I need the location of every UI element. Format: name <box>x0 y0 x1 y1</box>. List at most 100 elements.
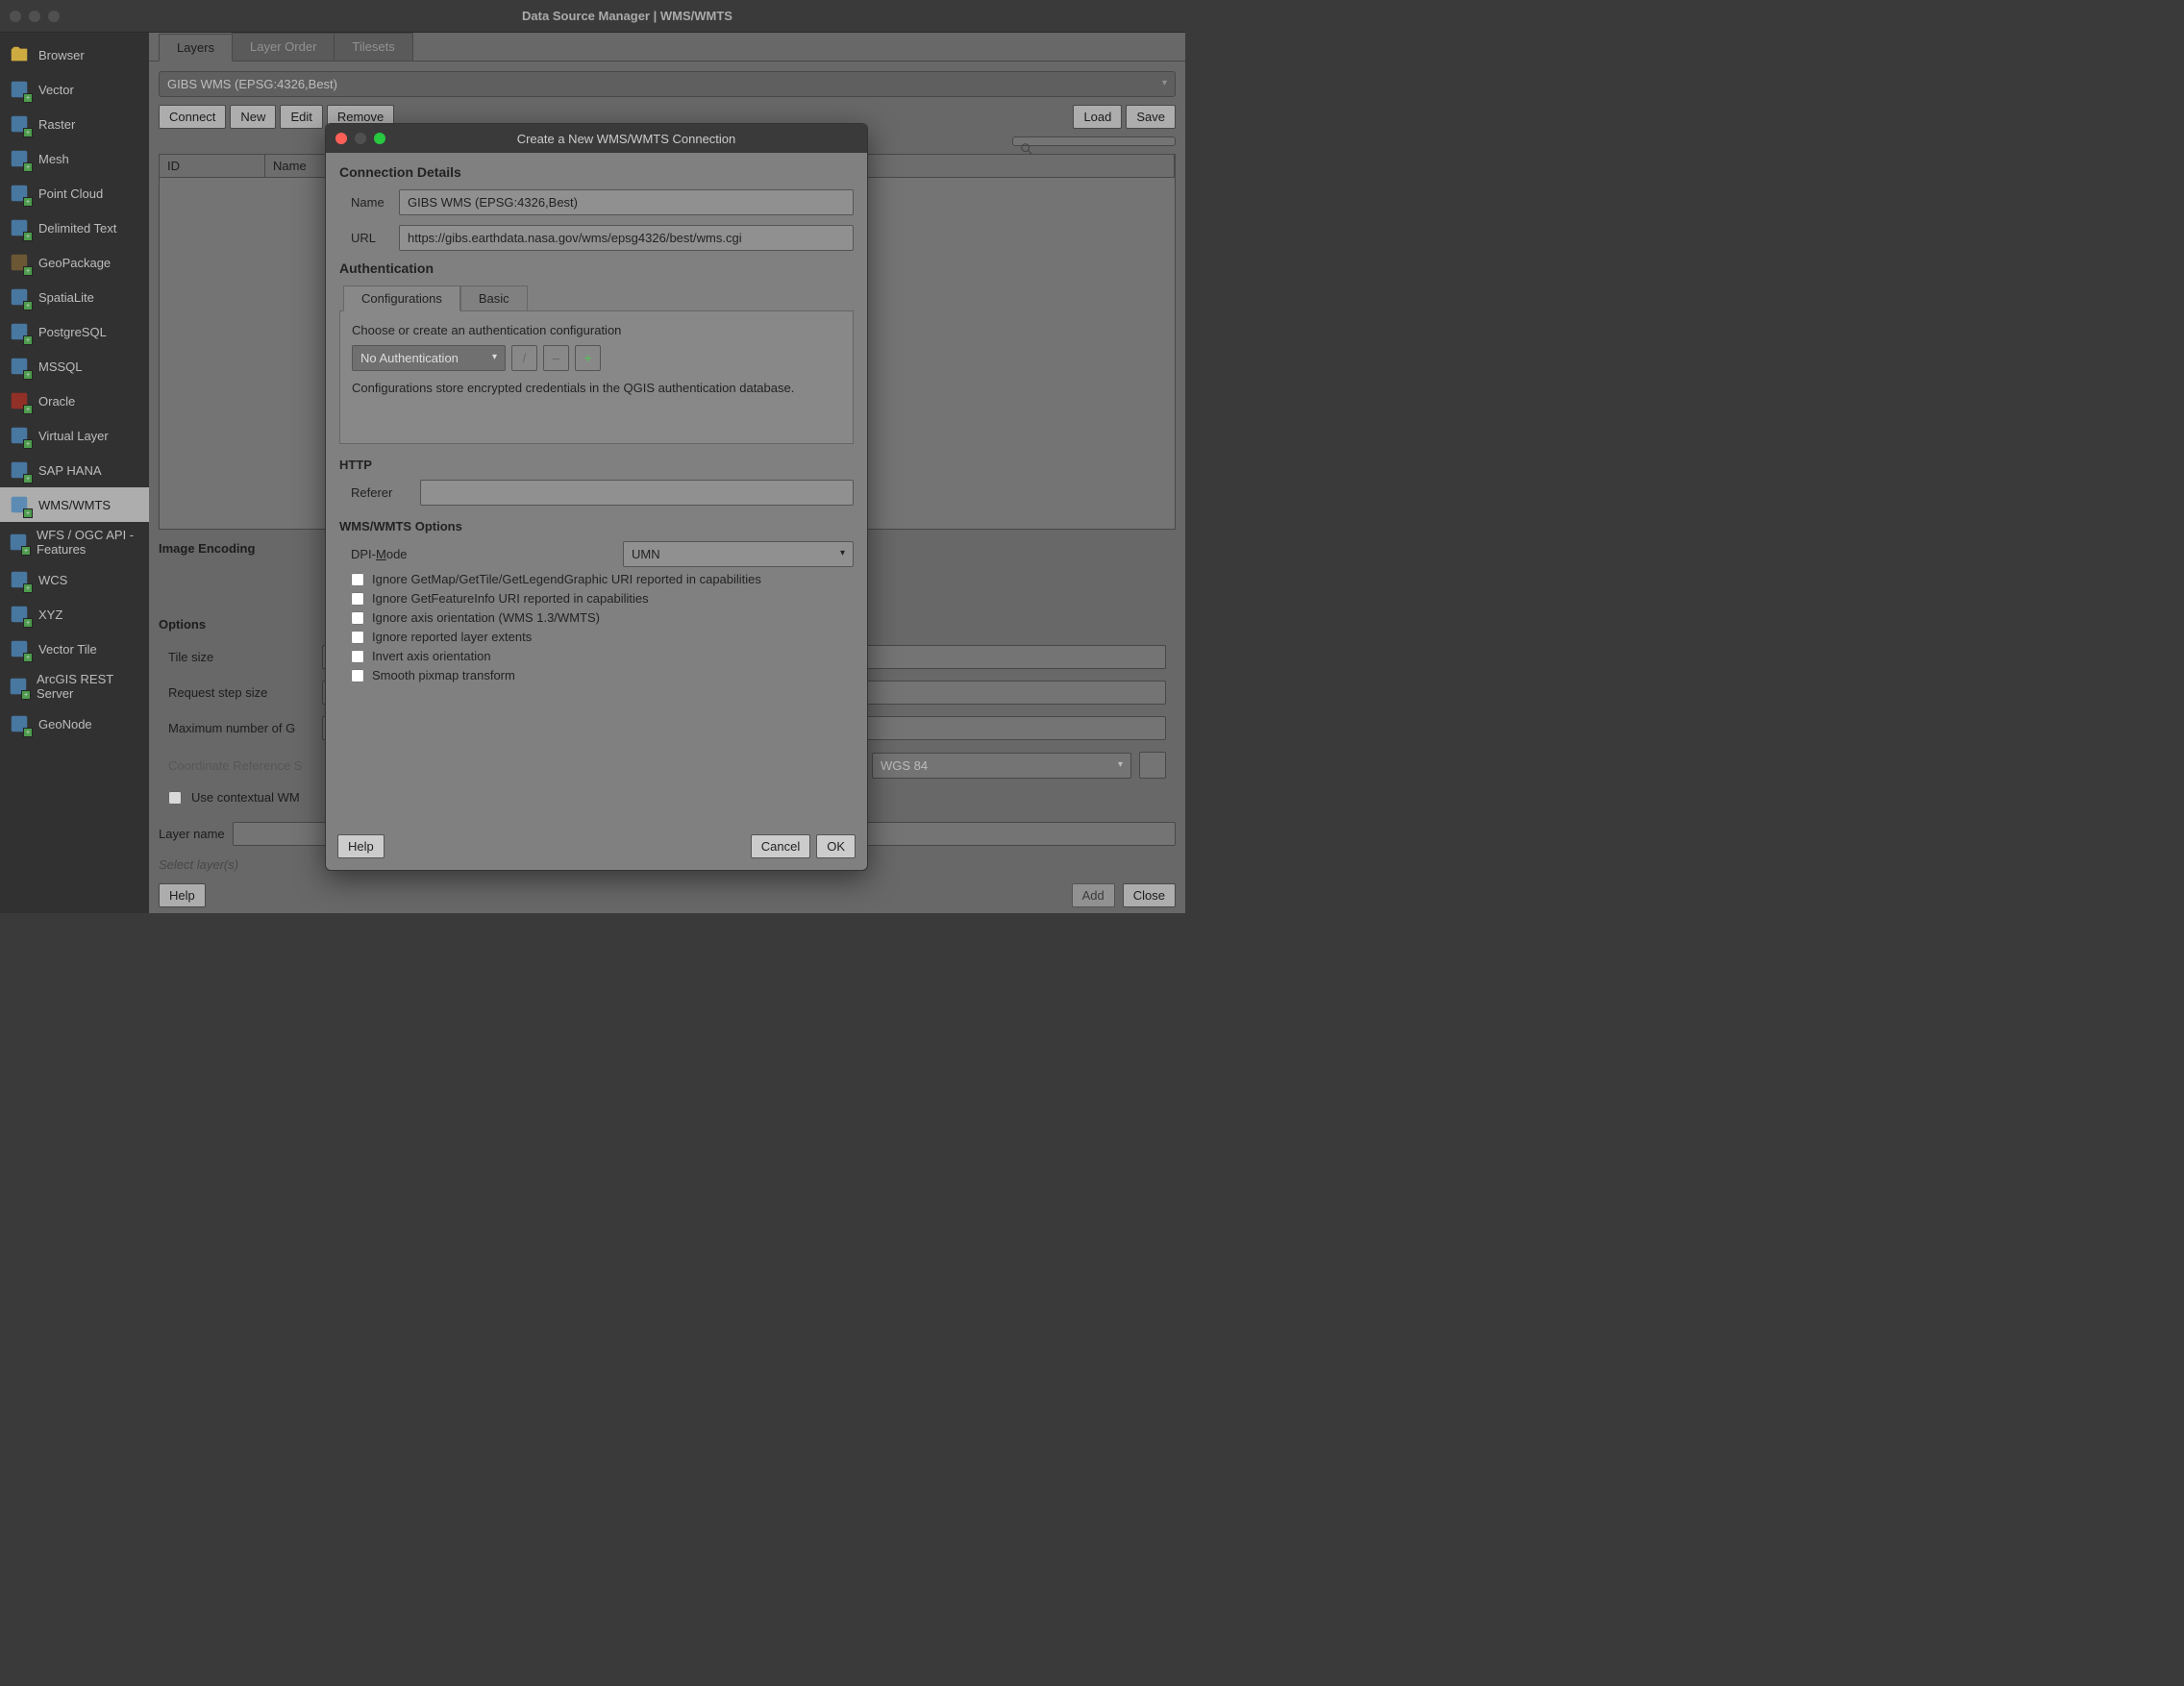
sidebar-item-postgresql[interactable]: +PostgreSQL <box>0 314 149 349</box>
globe-icon <box>1145 757 1160 773</box>
http-heading: HTTP <box>339 458 854 472</box>
crs-label: Coordinate Reference S <box>168 758 302 773</box>
conn-name-input[interactable] <box>399 189 854 215</box>
auth-heading: Authentication <box>339 260 854 276</box>
sidebar-item-mesh[interactable]: +Mesh <box>0 141 149 176</box>
layer-search-input[interactable] <box>1012 136 1176 146</box>
auth-remove-button[interactable]: – <box>543 345 569 371</box>
sidebar-item-spatialite[interactable]: +SpatiaLite <box>0 280 149 314</box>
dialog-close-icon[interactable] <box>335 133 347 144</box>
new-connection-dialog: Create a New WMS/WMTS Connection Connect… <box>325 123 868 871</box>
dialog-minimize-icon <box>355 133 366 144</box>
sidebar-item-raster[interactable]: + Raster <box>0 107 149 141</box>
datasource-icon: + <box>8 603 31 626</box>
titlebar: Data Source Manager | WMS/WMTS <box>0 0 1185 33</box>
edit-button[interactable]: Edit <box>280 105 322 129</box>
help-button[interactable]: Help <box>159 883 206 907</box>
save-button[interactable]: Save <box>1126 105 1176 129</box>
conn-url-label: URL <box>351 231 387 245</box>
connection-combo[interactable]: GIBS WMS (EPSG:4326,Best) <box>159 71 1176 97</box>
sidebar-item-geopackage[interactable]: +GeoPackage <box>0 245 149 280</box>
dialog-help-button[interactable]: Help <box>337 834 385 858</box>
tab-layers[interactable]: Layers <box>159 34 233 62</box>
wms-option-checkbox-0[interactable] <box>351 573 364 586</box>
sidebar-item-vector[interactable]: +Vector <box>0 72 149 107</box>
tab-tilesets[interactable]: Tilesets <box>334 33 412 61</box>
sidebar-item-point-cloud[interactable]: +Point Cloud <box>0 176 149 211</box>
auth-edit-button[interactable]: / <box>511 345 537 371</box>
sidebar-item-wms-wmts[interactable]: + WMS/WMTS <box>0 487 149 522</box>
datasource-icon: + <box>8 424 31 447</box>
wms-option-checkbox-5[interactable] <box>351 669 364 682</box>
auth-config-select[interactable]: No Authentication <box>352 345 506 371</box>
sidebar-item-label: MSSQL <box>38 360 83 374</box>
sidebar-item-delimited-text[interactable]: +Delimited Text <box>0 211 149 245</box>
dialog-title: Create a New WMS/WMTS Connection <box>395 132 857 146</box>
datasource-icon: + <box>8 637 31 660</box>
layer-name-label: Layer name <box>159 827 225 841</box>
main-tabs: LayersLayer OrderTilesets <box>149 33 1185 62</box>
close-button[interactable]: Close <box>1123 883 1176 907</box>
sidebar-item-virtual-layer[interactable]: +Virtual Layer <box>0 418 149 453</box>
wms-option-label: Ignore axis orientation (WMS 1.3/WMTS) <box>372 610 600 625</box>
auth-tab-basic[interactable]: Basic <box>460 285 528 311</box>
datasource-icon: + <box>8 216 31 239</box>
window-zoom-icon[interactable] <box>48 11 60 22</box>
datasource-icon: + <box>8 251 31 274</box>
datasource-icon: + <box>8 675 29 698</box>
plus-icon: + <box>584 351 592 365</box>
wms-option-checkbox-2[interactable] <box>351 611 364 625</box>
auth-add-button[interactable]: + <box>575 345 601 371</box>
crs-combo[interactable]: WGS 84 <box>872 753 1131 779</box>
new-button[interactable]: New <box>230 105 276 129</box>
wms-option-label: Ignore reported layer extents <box>372 630 532 644</box>
sidebar-item-label: PostgreSQL <box>38 325 107 339</box>
crs-picker-button[interactable] <box>1139 752 1166 779</box>
dialog-cancel-button[interactable]: Cancel <box>751 834 810 858</box>
datasource-icon: + <box>8 712 31 735</box>
table-header-id[interactable]: ID <box>160 155 265 177</box>
load-button[interactable]: Load <box>1073 105 1122 129</box>
sidebar-item-wcs[interactable]: +WCS <box>0 562 149 597</box>
wms-option-label: Smooth pixmap transform <box>372 668 515 682</box>
sidebar-item-label: Raster <box>38 117 75 132</box>
sidebar-item-label: Vector Tile <box>38 642 97 657</box>
window-close-icon[interactable] <box>10 11 21 22</box>
request-step-label: Request step size <box>168 685 312 700</box>
sidebar-item-label: SAP HANA <box>38 463 102 478</box>
sidebar-item-label: WMS/WMTS <box>38 498 111 512</box>
sidebar-item-mssql[interactable]: +MSSQL <box>0 349 149 384</box>
dpi-mode-select[interactable]: UMN <box>623 541 854 567</box>
wms-option-checkbox-4[interactable] <box>351 650 364 663</box>
sidebar-item-browser[interactable]: Browser <box>0 37 149 72</box>
datasource-icon: + <box>8 493 31 516</box>
add-button[interactable]: Add <box>1072 883 1115 907</box>
auth-tab-configurations[interactable]: Configurations <box>343 285 460 311</box>
sidebar-item-label: ArcGIS REST Server <box>37 672 141 701</box>
dialog-ok-button[interactable]: OK <box>816 834 856 858</box>
datasource-icon <box>8 43 31 66</box>
sidebar-item-sap-hana[interactable]: +SAP HANA <box>0 453 149 487</box>
window-minimize-icon[interactable] <box>29 11 40 22</box>
sidebar-item-xyz[interactable]: + XYZ <box>0 597 149 632</box>
wms-option-checkbox-1[interactable] <box>351 592 364 606</box>
connect-button[interactable]: Connect <box>159 105 226 129</box>
tab-layer-order[interactable]: Layer Order <box>232 33 335 61</box>
sidebar-item-label: XYZ <box>38 607 62 622</box>
wms-option-checkbox-3[interactable] <box>351 631 364 644</box>
sidebar-item-vector-tile[interactable]: + Vector Tile <box>0 632 149 666</box>
sidebar-item-arcgis-rest-server[interactable]: + ArcGIS REST Server <box>0 666 149 707</box>
tile-size-label: Tile size <box>168 650 312 664</box>
sidebar-item-label: GeoNode <box>38 717 92 731</box>
conn-url-input[interactable] <box>399 225 854 251</box>
datasource-icon: + <box>8 112 31 136</box>
auth-description: Configurations store encrypted credentia… <box>352 381 841 395</box>
contextual-checkbox[interactable] <box>168 791 182 805</box>
sidebar-item-label: WFS / OGC API - Features <box>37 528 141 557</box>
referer-input[interactable] <box>420 480 854 506</box>
dialog-zoom-icon[interactable] <box>374 133 385 144</box>
sidebar-item-wfs-ogc-api-features[interactable]: +WFS / OGC API - Features <box>0 522 149 562</box>
sidebar-item-oracle[interactable]: +Oracle <box>0 384 149 418</box>
search-icon <box>1020 142 1033 156</box>
sidebar-item-geonode[interactable]: + GeoNode <box>0 707 149 741</box>
